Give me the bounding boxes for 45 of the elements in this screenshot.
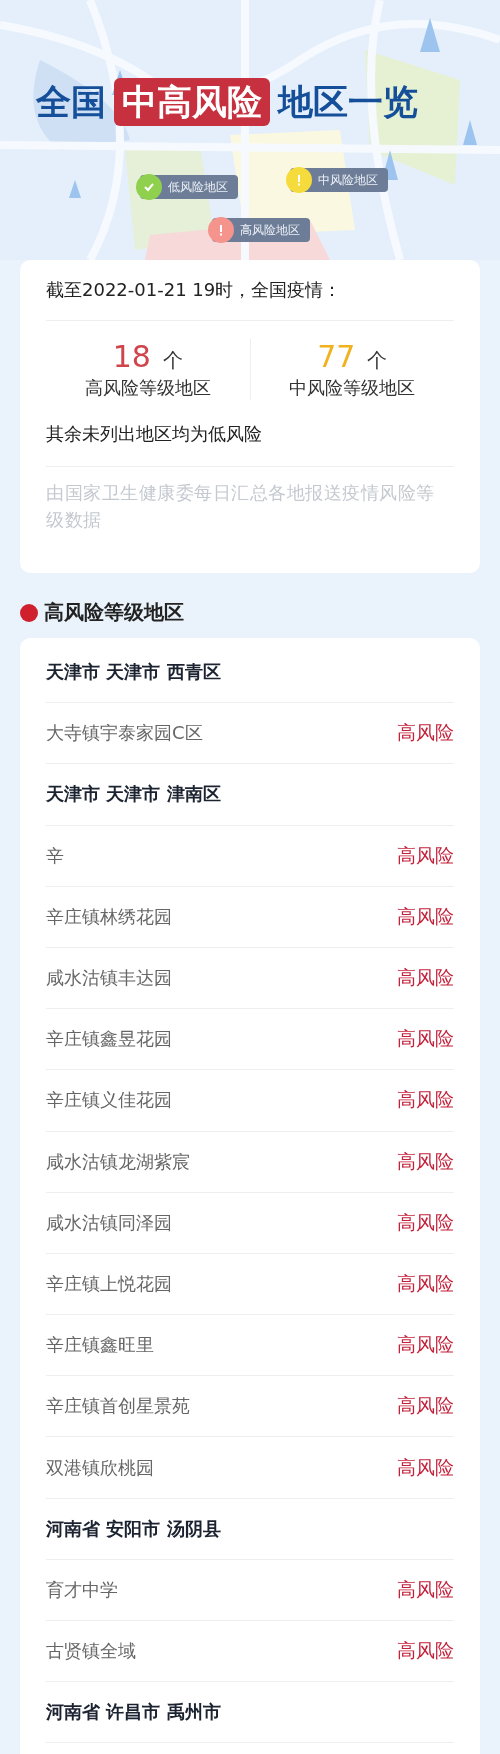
date-line: 截至2022-01-21 19时，全国疫情：: [46, 278, 454, 321]
count-number: 77: [317, 339, 356, 374]
risk-level: 高风险: [397, 842, 454, 868]
page-title: 全国: [36, 81, 106, 124]
risk-level: 高风险: [397, 1576, 454, 1602]
risk-level: 高风险: [397, 720, 454, 746]
page-title: 地区一览: [278, 81, 418, 124]
place-name: 辛庄镇鑫旺里: [46, 1333, 154, 1358]
count-number: 18: [112, 339, 151, 374]
place-name: 辛: [46, 843, 64, 868]
place-name: 辛庄镇鑫昱花园: [46, 1027, 172, 1052]
region-heading: 河南省 安阳市 汤阴县: [46, 1516, 221, 1541]
risk-level: 高风险: [397, 1026, 454, 1052]
place-name: 古贤镇全域: [46, 1639, 136, 1664]
risk-level: 高风险: [397, 1148, 454, 1174]
risk-level: 高风险: [397, 1332, 454, 1358]
place-name: 大寺镇宇泰家园C区: [46, 721, 203, 746]
place-name: 双港镇欣桃园: [46, 1455, 154, 1480]
risk-level: 高风险: [397, 903, 454, 929]
risk-level: 高风险: [397, 1270, 454, 1296]
count-unit: 个: [162, 347, 183, 374]
place-name: 辛庄镇首创星景苑: [46, 1394, 190, 1419]
section-title: 高风险等级地区: [44, 599, 184, 626]
risk-level: 高风险: [397, 965, 454, 991]
risk-level: 高风险: [397, 1209, 454, 1235]
risk-level: 高风险: [397, 1393, 454, 1419]
note-text: 其余未列出地区均为低风险: [46, 408, 454, 467]
region-heading: 天津市 天津市 津南区: [46, 782, 221, 807]
count-unit: 个: [367, 347, 388, 374]
region-heading: 天津市 天津市 西青区: [46, 660, 221, 685]
place-name: 辛庄镇上悦花园: [46, 1271, 172, 1296]
place-name: 辛庄镇林绣花园: [46, 904, 172, 929]
place-name: 育才中学: [46, 1577, 118, 1602]
place-name: 咸水沽镇龙湖紫宸: [46, 1149, 190, 1174]
risk-level: 高风险: [397, 1454, 454, 1480]
page-title: 中高风险: [114, 78, 270, 126]
stat-label: 中风险等级地区: [288, 376, 417, 400]
risk-level: 高风险: [397, 1087, 454, 1113]
risk-level: 高风险: [397, 1638, 454, 1664]
place-name: 咸水沽镇丰达园: [46, 966, 172, 991]
region-heading: 河南省 许昌市 禹州市: [46, 1700, 221, 1725]
source-text: 由国家卫生健康委每日汇总各地报送疫情风险等级数据: [46, 481, 436, 532]
place-name: 咸水沽镇同泽园: [46, 1210, 172, 1235]
place-name: 辛庄镇义佳花园: [46, 1088, 172, 1113]
stat-label: 高风险等级地区: [83, 376, 212, 400]
